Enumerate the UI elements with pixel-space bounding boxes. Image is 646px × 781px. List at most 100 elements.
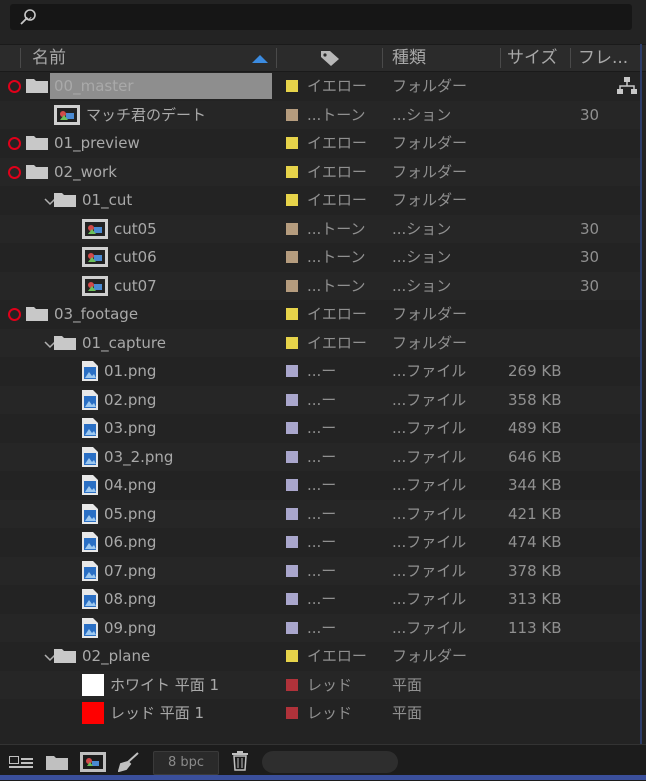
- label-color-swatch[interactable]: [286, 593, 298, 605]
- project-item-row[interactable]: 04.png ...ー ...ファイル 344 KB: [0, 471, 640, 500]
- project-item-row[interactable]: 01_preview イエロー フォルダー: [0, 129, 640, 158]
- item-name[interactable]: 01.png: [104, 357, 156, 385]
- project-item-row[interactable]: cut05 ...トーン ...ション 30: [0, 214, 640, 243]
- label-color-swatch[interactable]: [286, 365, 298, 377]
- item-name[interactable]: 06.png: [104, 528, 156, 556]
- project-item-row[interactable]: 01.png ...ー ...ファイル 269 KB: [0, 357, 640, 386]
- item-name[interactable]: 07.png: [104, 557, 156, 585]
- project-item-row[interactable]: マッチ君のデート ...トーン ...ション 30: [0, 100, 640, 129]
- project-item-row[interactable]: 05.png ...ー ...ファイル 421 KB: [0, 499, 640, 528]
- trash-icon[interactable]: [232, 751, 248, 771]
- label-color-swatch[interactable]: [286, 80, 298, 92]
- project-item-row[interactable]: 03_footage イエロー フォルダー: [0, 300, 640, 329]
- project-item-row[interactable]: 01_capture イエロー フォルダー: [0, 328, 640, 357]
- label-color-swatch[interactable]: [286, 507, 298, 520]
- item-name[interactable]: cut06: [114, 243, 157, 271]
- label-color-swatch[interactable]: [286, 108, 298, 121]
- column-name[interactable]: 名前: [32, 45, 66, 71]
- project-item-row[interactable]: 01_cut イエロー フォルダー: [0, 186, 640, 215]
- item-name[interactable]: 01_cut: [82, 186, 132, 214]
- new-composition-icon[interactable]: [80, 752, 106, 772]
- label-tag-icon[interactable]: [320, 50, 340, 67]
- white-solid-icon: [82, 673, 104, 700]
- item-name[interactable]: 02.png: [104, 386, 156, 414]
- label-color-swatch[interactable]: [286, 308, 298, 320]
- project-item-row[interactable]: 09.png ...ー ...ファイル 113 KB: [0, 613, 640, 642]
- label-color-swatch[interactable]: [286, 650, 298, 662]
- item-name[interactable]: 02_work: [54, 158, 117, 186]
- label-color-swatch[interactable]: [286, 279, 298, 292]
- label-color-swatch[interactable]: [286, 393, 298, 406]
- interpret-footage-icon[interactable]: [8, 753, 34, 771]
- label-color-swatch[interactable]: [286, 251, 298, 263]
- new-folder-icon[interactable]: [46, 754, 68, 770]
- item-name[interactable]: 01_preview: [54, 129, 140, 157]
- project-item-row[interactable]: 03.png ...ー ...ファイル 489 KB: [0, 414, 640, 443]
- label-color-swatch[interactable]: [286, 564, 298, 577]
- label-color-swatch[interactable]: [286, 222, 298, 235]
- item-label: ...トーン: [307, 276, 366, 295]
- project-item-row[interactable]: 03_2.png ...ー ...ファイル 646 KB: [0, 442, 640, 471]
- item-name[interactable]: 03.png: [104, 414, 156, 442]
- item-type: ...ファイル: [392, 362, 467, 380]
- label-color-swatch[interactable]: [286, 194, 298, 206]
- column-size[interactable]: サイズ: [507, 45, 558, 71]
- item-name[interactable]: 05.png: [104, 500, 156, 528]
- project-item-row[interactable]: 08.png ...ー ...ファイル 313 KB: [0, 585, 640, 614]
- label-color-swatch[interactable]: [286, 422, 298, 434]
- item-name[interactable]: 03_2.png: [104, 443, 173, 471]
- item-name[interactable]: レッド 平面 1: [110, 699, 204, 727]
- item-type: ...ション: [392, 248, 452, 266]
- sort-ascending-icon[interactable]: [252, 54, 268, 63]
- item-label: ...トーン: [307, 219, 366, 238]
- folder-icon: [54, 648, 76, 667]
- horizontal-scrollbar[interactable]: [262, 751, 398, 773]
- project-item-row[interactable]: レッド 平面 1 レッド 平面: [0, 699, 640, 728]
- column-frame[interactable]: フレ...: [578, 45, 628, 71]
- item-name[interactable]: 09.png: [104, 614, 156, 642]
- project-item-row[interactable]: 02_work イエロー フォルダー: [0, 157, 640, 186]
- red-annotation-marker: [8, 165, 21, 179]
- project-item-row[interactable]: cut07 ...トーン ...ション 30: [0, 271, 640, 300]
- item-name[interactable]: 08.png: [104, 585, 156, 613]
- label-color-swatch[interactable]: [286, 450, 298, 463]
- project-item-row[interactable]: 02_plane イエロー フォルダー: [0, 642, 640, 671]
- project-item-row[interactable]: 00_master イエロー フォルダー: [0, 72, 640, 101]
- item-name[interactable]: 02_plane: [82, 642, 150, 670]
- search-icon[interactable]: [18, 8, 38, 26]
- color-depth-button[interactable]: 8 bpc: [153, 751, 219, 775]
- label-color-swatch[interactable]: [286, 165, 298, 178]
- dependency-broom-icon[interactable]: [118, 752, 140, 772]
- project-item-row[interactable]: 02.png ...ー ...ファイル 358 KB: [0, 385, 640, 414]
- column-type[interactable]: 種類: [392, 45, 426, 71]
- image-file-icon: [82, 475, 98, 499]
- project-item-row[interactable]: cut06 ...トーン ...ション 30: [0, 243, 640, 272]
- search-input[interactable]: [10, 4, 632, 30]
- item-name[interactable]: ホワイト 平面 1: [110, 671, 219, 699]
- project-item-row[interactable]: 07.png ...ー ...ファイル 378 KB: [0, 556, 640, 585]
- label-color-swatch[interactable]: [286, 336, 298, 349]
- folder-icon: [26, 164, 48, 183]
- item-name[interactable]: マッチ君のデート: [86, 101, 206, 129]
- item-type: フォルダー: [392, 305, 468, 323]
- item-name[interactable]: 00_master: [54, 72, 133, 100]
- item-frame-rate: 30: [580, 105, 600, 124]
- item-name[interactable]: cut07: [114, 272, 157, 300]
- label-color-swatch[interactable]: [286, 137, 298, 149]
- label-color-swatch[interactable]: [286, 707, 298, 719]
- folder-icon: [54, 335, 76, 354]
- label-color-swatch[interactable]: [286, 479, 298, 491]
- project-item-row[interactable]: ホワイト 平面 1 レッド 平面: [0, 670, 640, 700]
- item-name[interactable]: 03_footage: [54, 300, 138, 328]
- item-name[interactable]: 01_capture: [82, 329, 166, 357]
- item-name[interactable]: cut05: [114, 215, 157, 243]
- label-color-swatch[interactable]: [286, 621, 298, 634]
- item-label: ...ー: [307, 504, 337, 523]
- project-item-row[interactable]: 06.png ...ー ...ファイル 474 KB: [0, 528, 640, 557]
- item-name[interactable]: 04.png: [104, 471, 156, 499]
- label-color-swatch[interactable]: [286, 536, 298, 548]
- item-frame-rate: 30: [580, 276, 600, 295]
- label-color-swatch[interactable]: [286, 678, 298, 691]
- image-file-icon: [82, 503, 98, 528]
- item-label: イエロー: [307, 647, 367, 665]
